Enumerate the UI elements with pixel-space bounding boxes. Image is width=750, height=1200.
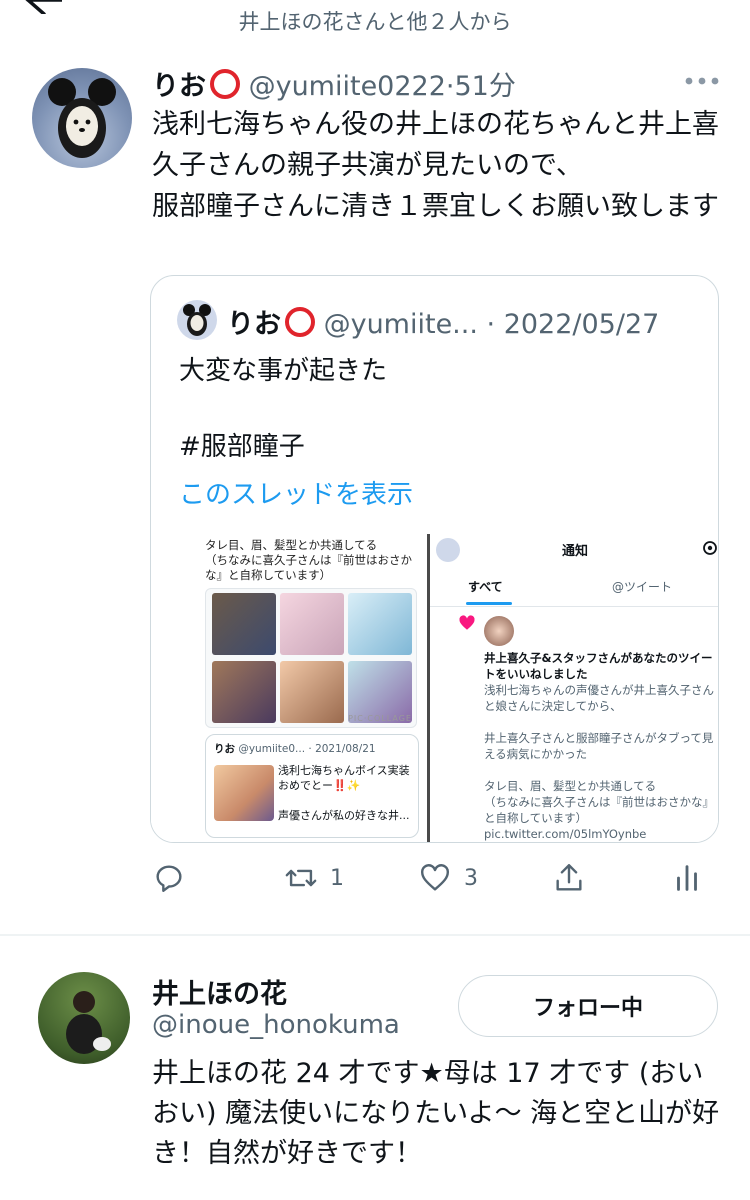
collage-photo (212, 593, 276, 655)
tab-underline (466, 602, 512, 605)
following-button[interactable]: フォロー中 (458, 975, 718, 1037)
profile-handle[interactable]: @inoue_honokuma (152, 1010, 400, 1040)
separator-dot: · (477, 309, 504, 340)
profile-bio: 井上ほの花 24 才です★母は 17 才です (おいおい) 魔法使いになりたいよ… (152, 1058, 720, 1169)
bear-character-icon (183, 304, 211, 336)
collage-photo (348, 593, 412, 655)
analytics-icon (677, 865, 697, 891)
tab-divider (430, 606, 718, 607)
mini-tweet-image (214, 765, 274, 821)
media-screenshot-right: 通知 すべて @ツイート 井上喜久子&スタッフさんがあなたのツイートをいいねしま… (430, 534, 718, 842)
reply-button[interactable] (152, 858, 186, 898)
quote-text: 大変な事が起きた #服部瞳子 (179, 356, 388, 462)
quote-tweet-card[interactable]: りお @yumiite... · 2022/05/27 大変な事が起きた #服部… (150, 275, 719, 843)
share-button[interactable] (552, 858, 586, 898)
quote-author-name: りお (227, 309, 281, 340)
quote-date: 2022/05/27 (503, 309, 660, 340)
gear-icon (703, 541, 717, 555)
retweet-count: 1 (330, 865, 344, 891)
analytics-button[interactable] (670, 858, 704, 898)
quote-author-avatar (177, 300, 217, 340)
heart-icon (421, 864, 449, 891)
author-name[interactable]: りお (152, 71, 206, 102)
media-screenshot-left: タレ目、眉、髪型とか共通してる （ちなみに喜久子さんは『前世はおさかな』と自称し… (151, 534, 427, 842)
retweet-icon (285, 869, 317, 887)
collage-watermark: PIC·COLLAGE (348, 714, 412, 723)
collage-photo (280, 593, 344, 655)
reply-icon (156, 865, 182, 892)
media-left-text: タレ目、眉、髪型とか共通してる （ちなみに喜久子さんは『前世はおさかな』と自称し… (205, 538, 412, 582)
notif-title: 通知 (561, 544, 588, 559)
like-count: 3 (464, 865, 478, 891)
profile-avatar[interactable] (38, 972, 130, 1064)
author-avatar[interactable] (32, 68, 132, 168)
notif-liker: 井上喜久子&スタッフ (484, 651, 598, 665)
liker-avatar (484, 616, 514, 646)
tweet-text: 浅利七海ちゃん役の井上ほの花ちゃんと井上喜久子さんの親子共演が見たいので、 服部… (152, 109, 719, 222)
quote-header: りお @yumiite... · 2022/05/27 (227, 302, 659, 341)
author-handle[interactable]: @yumiite0222 (249, 71, 446, 102)
tweet-time[interactable]: 51分 (455, 71, 516, 102)
profile-name[interactable]: 井上ほの花 (152, 972, 287, 1011)
notif-tab-tweets: @ツイート (612, 580, 673, 594)
notif-body: 井上喜久子&スタッフさんがあなたのツイートをいいねしました 浅利七海ちゃんの声優… (484, 650, 718, 842)
notif-tab-all: すべて (468, 580, 503, 594)
record-emoji-icon (210, 69, 240, 99)
mini-tweet-header: りお @yumiite0... · 2021/08/21 (214, 743, 376, 755)
section-divider (0, 934, 750, 936)
like-button[interactable]: 3 (418, 858, 478, 898)
more-options-icon[interactable] (684, 76, 720, 86)
collage-illustration (280, 661, 344, 723)
liked-by-context: 井上ほの花さんと他２人から (238, 10, 512, 34)
mini-tweet-handle: @yumiite0... (238, 743, 306, 755)
record-emoji-icon (285, 307, 315, 337)
quote-media[interactable]: タレ目、眉、髪型とか共通してる （ちなみに喜久子さんは『前世はおさかな』と自称し… (151, 534, 718, 842)
heart-filled-icon (459, 615, 475, 630)
mini-tweet-text: 浅利七海ちゃんボイス実装おめでとー‼️✨ 声優さんが私の好きな井... (278, 764, 410, 822)
photo-collage: PIC·COLLAGE (205, 588, 417, 728)
person-photo-icon (66, 991, 111, 1054)
collage-illustration (212, 661, 276, 723)
tweet-header: りお @yumiite0222·51分 (152, 64, 516, 103)
bear-character-icon (48, 78, 116, 158)
notif-body-text: 浅利七海ちゃんの声優さんが井上喜久子さんと娘さんに決定してから、 井上喜久子さん… (484, 683, 714, 841)
retweet-button[interactable]: 1 (284, 858, 344, 898)
share-icon (556, 864, 582, 891)
quote-author-handle: @yumiite... (323, 309, 478, 340)
embedded-mini-tweet: りお @yumiite0... · 2021/08/21 浅利七海ちゃんボイス実… (205, 734, 419, 838)
separator-dot: · (445, 71, 455, 102)
show-thread-link[interactable]: このスレッドを表示 (179, 474, 413, 511)
tweet-action-bar: 1 3 (150, 858, 720, 898)
mini-tweet-date: 2021/08/21 (315, 743, 376, 755)
mini-tweet-author: りお (214, 743, 235, 755)
